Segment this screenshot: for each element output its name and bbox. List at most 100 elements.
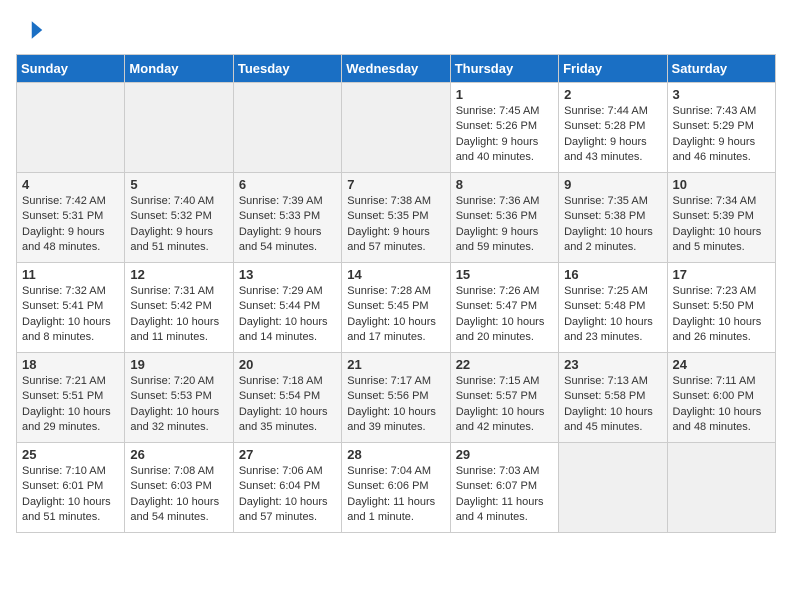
day-number: 2 (564, 87, 661, 102)
calendar-cell: 1 Sunrise: 7:45 AM Sunset: 5:26 PM Daylig… (450, 83, 558, 173)
calendar-cell: 27 Sunrise: 7:06 AM Sunset: 6:04 PM Dayli… (233, 443, 341, 533)
day-number: 10 (673, 177, 770, 192)
calendar-cell: 23 Sunrise: 7:13 AM Sunset: 5:58 PM Dayli… (559, 353, 667, 443)
day-number: 7 (347, 177, 444, 192)
day-info: Sunrise: 7:31 AM Sunset: 5:42 PM Dayligh… (130, 284, 227, 346)
calendar-header-row: SundayMondayTuesdayWednesdayThursdayFrid… (17, 55, 776, 83)
calendar-cell: 26Sunrise: 7:08 AM Sunset: 6:03 PM Dayli… (125, 443, 233, 533)
day-info: Sunrise: 7:03 AM Sunset: 6:07 PM Dayligh… (456, 464, 553, 526)
page-header (16, 16, 776, 44)
day-info: Sunrise: 7:32 AM Sunset: 5:41 PM Dayligh… (22, 284, 119, 346)
day-number: 28 (347, 447, 444, 462)
day-number: 22 (456, 357, 553, 372)
calendar-cell (559, 443, 667, 533)
calendar-cell: 28 Sunrise: 7:04 AM Sunset: 6:06 PM Dayli… (342, 443, 450, 533)
calendar-cell: 3 Sunrise: 7:43 AM Sunset: 5:29 PM Daylig… (667, 83, 775, 173)
day-number: 23 (564, 357, 661, 372)
calendar-cell: 12Sunrise: 7:31 AM Sunset: 5:42 PM Dayli… (125, 263, 233, 353)
day-number: 26 (130, 447, 227, 462)
logo-icon (16, 16, 44, 44)
weekday-header: Wednesday (342, 55, 450, 83)
weekday-header: Monday (125, 55, 233, 83)
day-number: 21 (347, 357, 444, 372)
calendar-cell: 24Sunrise: 7:11 AM Sunset: 6:00 PM Dayli… (667, 353, 775, 443)
day-info: Sunrise: 7:18 AM Sunset: 5:54 PM Dayligh… (239, 374, 336, 436)
calendar-cell: 8 Sunrise: 7:36 AM Sunset: 5:36 PM Daylig… (450, 173, 558, 263)
day-number: 11 (22, 267, 119, 282)
calendar-cell: 29 Sunrise: 7:03 AM Sunset: 6:07 PM Dayli… (450, 443, 558, 533)
calendar-cell: 4 Sunrise: 7:42 AM Sunset: 5:31 PM Daylig… (17, 173, 125, 263)
calendar-cell: 10 Sunrise: 7:34 AM Sunset: 5:39 PM Dayli… (667, 173, 775, 263)
day-info: Sunrise: 7:35 AM Sunset: 5:38 PM Dayligh… (564, 194, 661, 256)
day-info: Sunrise: 7:45 AM Sunset: 5:26 PM Dayligh… (456, 104, 553, 166)
day-number: 16 (564, 267, 661, 282)
day-number: 1 (456, 87, 553, 102)
day-number: 13 (239, 267, 336, 282)
calendar-week-row: 1 Sunrise: 7:45 AM Sunset: 5:26 PM Daylig… (17, 83, 776, 173)
day-info: Sunrise: 7:10 AM Sunset: 6:01 PM Dayligh… (22, 464, 119, 526)
calendar-week-row: 11 Sunrise: 7:32 AM Sunset: 5:41 PM Dayli… (17, 263, 776, 353)
day-info: Sunrise: 7:23 AM Sunset: 5:50 PM Dayligh… (673, 284, 770, 346)
day-info: Sunrise: 7:42 AM Sunset: 5:31 PM Dayligh… (22, 194, 119, 256)
day-number: 19 (130, 357, 227, 372)
calendar-cell: 18 Sunrise: 7:21 AM Sunset: 5:51 PM Dayli… (17, 353, 125, 443)
calendar-cell (342, 83, 450, 173)
day-info: Sunrise: 7:20 AM Sunset: 5:53 PM Dayligh… (130, 374, 227, 436)
calendar-cell (233, 83, 341, 173)
day-info: Sunrise: 7:04 AM Sunset: 6:06 PM Dayligh… (347, 464, 444, 526)
day-number: 25 (22, 447, 119, 462)
day-number: 4 (22, 177, 119, 192)
day-number: 27 (239, 447, 336, 462)
calendar-cell: 25 Sunrise: 7:10 AM Sunset: 6:01 PM Dayli… (17, 443, 125, 533)
weekday-header: Thursday (450, 55, 558, 83)
calendar-cell: 5Sunrise: 7:40 AM Sunset: 5:32 PM Daylig… (125, 173, 233, 263)
day-number: 17 (673, 267, 770, 282)
day-number: 9 (564, 177, 661, 192)
day-info: Sunrise: 7:29 AM Sunset: 5:44 PM Dayligh… (239, 284, 336, 346)
day-number: 29 (456, 447, 553, 462)
calendar-cell: 21Sunrise: 7:17 AM Sunset: 5:56 PM Dayli… (342, 353, 450, 443)
calendar-cell: 16 Sunrise: 7:25 AM Sunset: 5:48 PM Dayli… (559, 263, 667, 353)
day-info: Sunrise: 7:36 AM Sunset: 5:36 PM Dayligh… (456, 194, 553, 256)
calendar-cell: 15Sunrise: 7:26 AM Sunset: 5:47 PM Dayli… (450, 263, 558, 353)
day-number: 3 (673, 87, 770, 102)
calendar-cell: 6 Sunrise: 7:39 AM Sunset: 5:33 PM Daylig… (233, 173, 341, 263)
calendar-cell: 19 Sunrise: 7:20 AM Sunset: 5:53 PM Dayli… (125, 353, 233, 443)
day-info: Sunrise: 7:21 AM Sunset: 5:51 PM Dayligh… (22, 374, 119, 436)
calendar-cell: 22Sunrise: 7:15 AM Sunset: 5:57 PM Dayli… (450, 353, 558, 443)
day-number: 6 (239, 177, 336, 192)
calendar-cell: 9 Sunrise: 7:35 AM Sunset: 5:38 PM Daylig… (559, 173, 667, 263)
calendar-cell: 20 Sunrise: 7:18 AM Sunset: 5:54 PM Dayli… (233, 353, 341, 443)
calendar-cell: 7 Sunrise: 7:38 AM Sunset: 5:35 PM Daylig… (342, 173, 450, 263)
day-info: Sunrise: 7:06 AM Sunset: 6:04 PM Dayligh… (239, 464, 336, 526)
calendar-table: SundayMondayTuesdayWednesdayThursdayFrid… (16, 54, 776, 533)
logo (16, 16, 48, 44)
day-info: Sunrise: 7:26 AM Sunset: 5:47 PM Dayligh… (456, 284, 553, 346)
day-info: Sunrise: 7:28 AM Sunset: 5:45 PM Dayligh… (347, 284, 444, 346)
weekday-header: Saturday (667, 55, 775, 83)
day-info: Sunrise: 7:44 AM Sunset: 5:28 PM Dayligh… (564, 104, 661, 166)
calendar-cell (125, 83, 233, 173)
day-number: 5 (130, 177, 227, 192)
day-number: 20 (239, 357, 336, 372)
day-number: 8 (456, 177, 553, 192)
day-info: Sunrise: 7:13 AM Sunset: 5:58 PM Dayligh… (564, 374, 661, 436)
day-info: Sunrise: 7:34 AM Sunset: 5:39 PM Dayligh… (673, 194, 770, 256)
calendar-cell: 2 Sunrise: 7:44 AM Sunset: 5:28 PM Daylig… (559, 83, 667, 173)
weekday-header: Friday (559, 55, 667, 83)
calendar-week-row: 4 Sunrise: 7:42 AM Sunset: 5:31 PM Daylig… (17, 173, 776, 263)
day-number: 18 (22, 357, 119, 372)
day-info: Sunrise: 7:11 AM Sunset: 6:00 PM Dayligh… (673, 374, 770, 436)
calendar-cell (17, 83, 125, 173)
day-info: Sunrise: 7:25 AM Sunset: 5:48 PM Dayligh… (564, 284, 661, 346)
calendar-week-row: 18 Sunrise: 7:21 AM Sunset: 5:51 PM Dayli… (17, 353, 776, 443)
weekday-header: Tuesday (233, 55, 341, 83)
weekday-header: Sunday (17, 55, 125, 83)
day-info: Sunrise: 7:38 AM Sunset: 5:35 PM Dayligh… (347, 194, 444, 256)
day-info: Sunrise: 7:39 AM Sunset: 5:33 PM Dayligh… (239, 194, 336, 256)
day-number: 14 (347, 267, 444, 282)
day-info: Sunrise: 7:43 AM Sunset: 5:29 PM Dayligh… (673, 104, 770, 166)
calendar-week-row: 25 Sunrise: 7:10 AM Sunset: 6:01 PM Dayli… (17, 443, 776, 533)
calendar-cell: 14 Sunrise: 7:28 AM Sunset: 5:45 PM Dayli… (342, 263, 450, 353)
calendar-cell (667, 443, 775, 533)
